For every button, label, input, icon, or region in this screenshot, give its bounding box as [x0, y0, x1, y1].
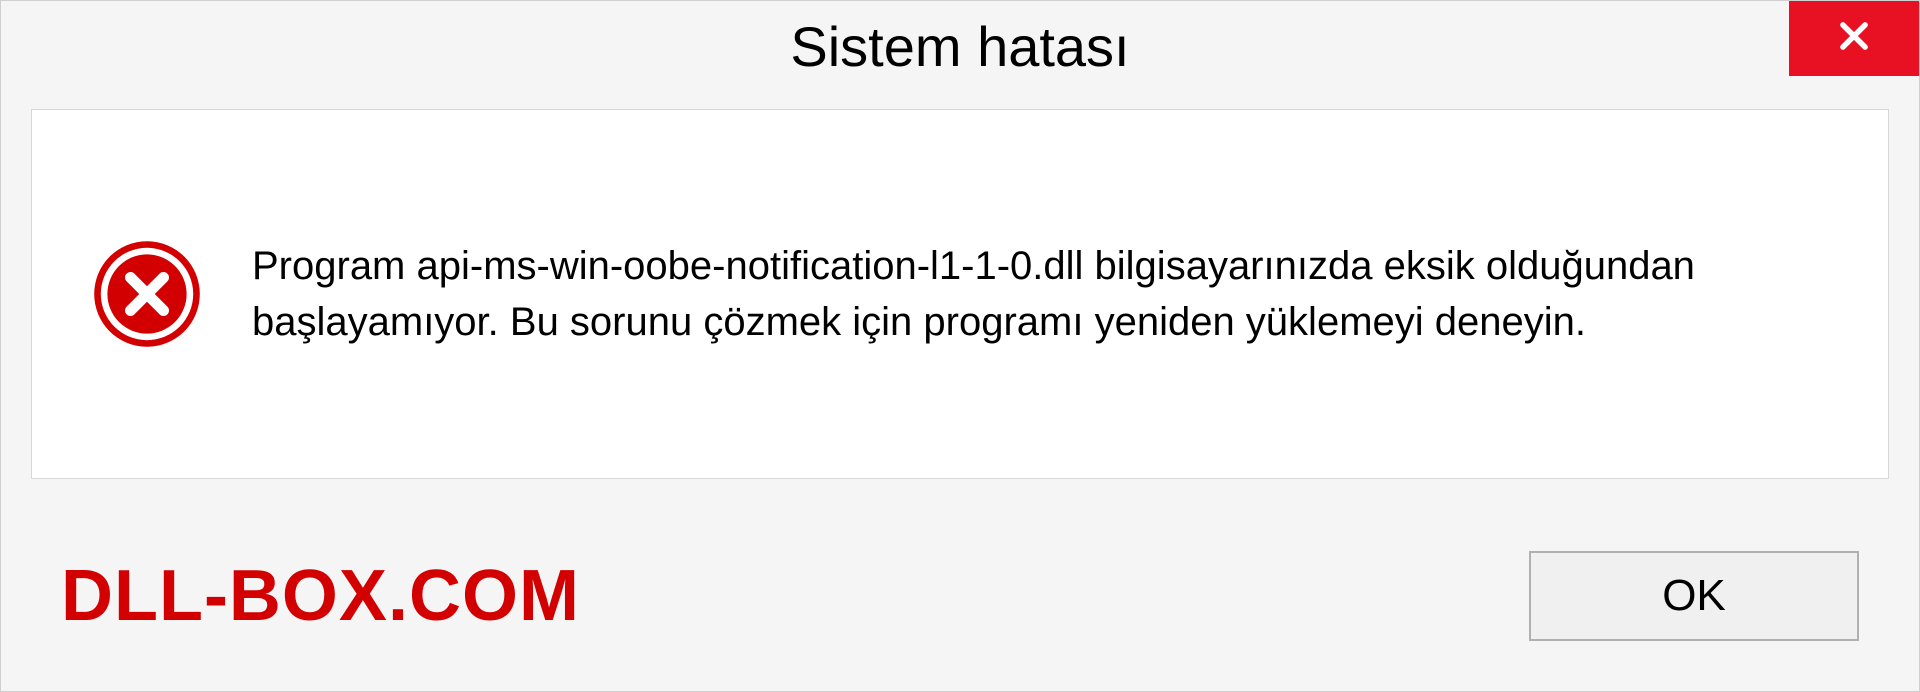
ok-button[interactable]: OK	[1529, 551, 1859, 641]
error-icon	[92, 239, 202, 349]
content-area: Program api-ms-win-oobe-notification-l1-…	[31, 109, 1889, 479]
brand-watermark: DLL-BOX.COM	[61, 555, 580, 637]
error-message: Program api-ms-win-oobe-notification-l1-…	[252, 238, 1828, 350]
close-icon	[1835, 17, 1873, 60]
dialog-title: Sistem hatası	[790, 14, 1129, 79]
close-button[interactable]	[1789, 1, 1919, 76]
bottom-bar: DLL-BOX.COM OK	[1, 501, 1919, 691]
title-bar: Sistem hatası	[1, 1, 1919, 91]
error-dialog: Sistem hatası Program api-ms-win-oobe-no…	[0, 0, 1920, 692]
